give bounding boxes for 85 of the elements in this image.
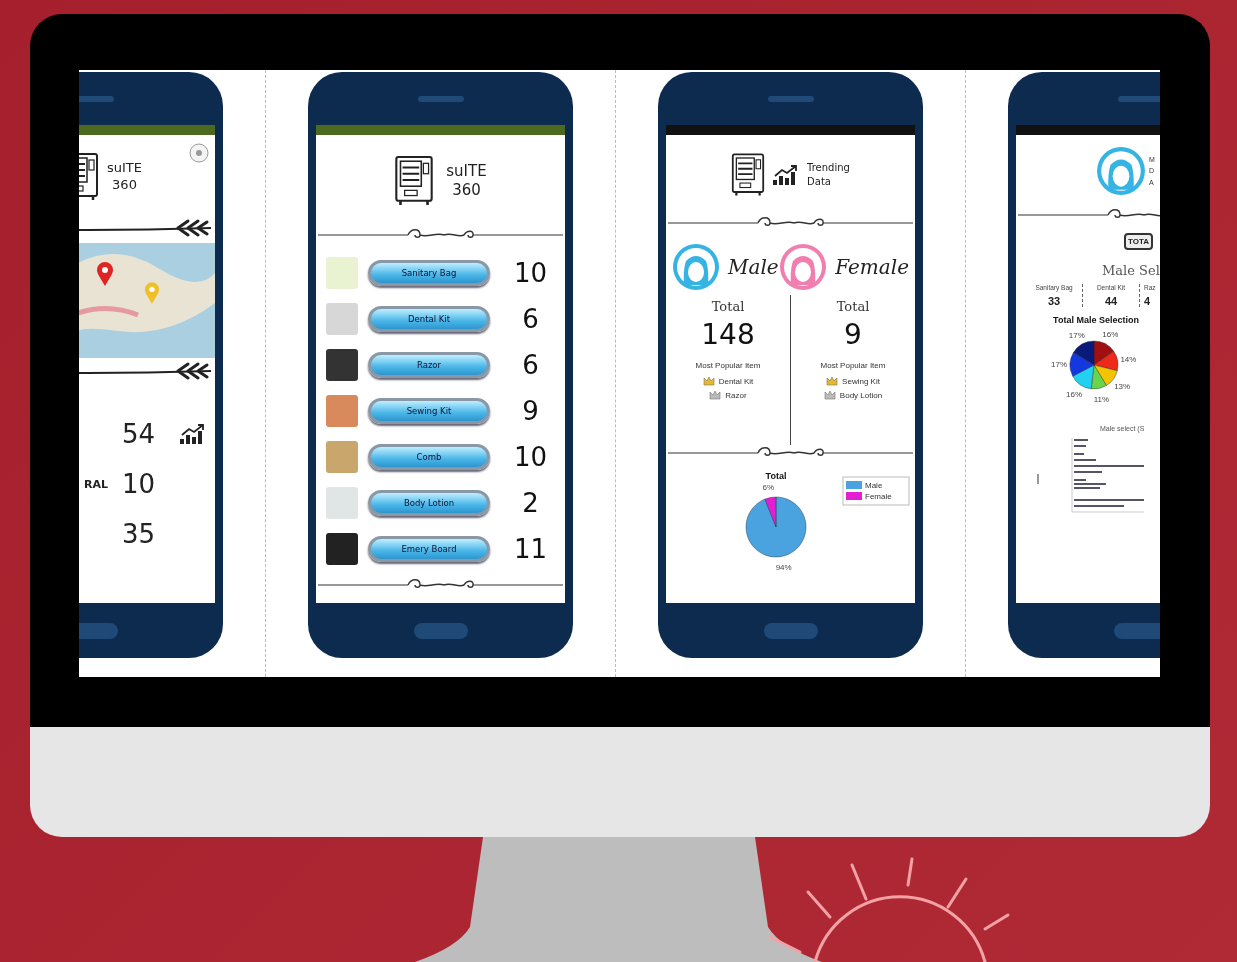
home-button[interactable] <box>1113 622 1160 639</box>
slice-label: 6% <box>762 482 775 492</box>
gender-label: Female <box>835 255 909 279</box>
speaker-slot <box>1117 95 1160 102</box>
item-count: 6 <box>521 350 540 380</box>
selection-value: 4 <box>1144 295 1151 307</box>
photo-placeholder <box>326 303 358 335</box>
slice-label: 16% <box>1066 389 1083 399</box>
trend-chart-icon <box>180 423 206 445</box>
crown-icon <box>826 376 839 386</box>
app-name: 360 <box>112 177 137 194</box>
item-button[interactable]: Sewing Kit <box>368 398 490 424</box>
total-label: Total <box>836 299 870 314</box>
item-count: 10 <box>512 258 549 288</box>
photo-placeholder <box>326 441 358 473</box>
total-value: 9 <box>844 318 862 351</box>
item-button[interactable]: Sanitary Bag <box>368 260 490 286</box>
legend-label: Female <box>865 492 892 501</box>
photo-placeholder <box>326 349 358 381</box>
legend-swatch <box>846 481 862 489</box>
item-count: 9 <box>521 396 540 426</box>
app-name: suITE <box>446 161 487 181</box>
slice-label: 14% <box>1120 354 1137 364</box>
stat-value: 35 <box>122 519 157 549</box>
crown-icon <box>823 390 836 400</box>
item-count: 6 <box>521 304 540 334</box>
popular-label: Most Popular Item <box>820 361 886 370</box>
photo-placeholder <box>326 487 358 519</box>
slice-label: 17% <box>1051 359 1067 369</box>
home-button[interactable] <box>79 622 118 639</box>
slice-label: 16% <box>1102 330 1119 339</box>
speaker-slot <box>417 95 464 102</box>
vending-machine-icon <box>731 152 766 198</box>
stat-value: 54 <box>122 419 157 449</box>
slice-label: 13% <box>1114 381 1131 391</box>
speaker-slot <box>79 95 114 102</box>
photo-placeholder <box>326 257 358 289</box>
home-button[interactable] <box>413 622 468 639</box>
popular-item: Body Lotion <box>839 390 883 400</box>
legend-swatch <box>846 492 862 500</box>
pie-slice <box>1073 340 1095 366</box>
avatar-icon <box>1096 146 1146 196</box>
item-button[interactable]: Body Lotion <box>368 490 490 516</box>
chart-title: Total Male Selection <box>1053 315 1139 325</box>
trend-chart-icon <box>773 164 800 186</box>
app-name: 360 <box>452 181 481 201</box>
item-count: 2 <box>521 488 540 518</box>
map-pin-icon <box>144 281 160 305</box>
gender-label: Male <box>728 255 779 279</box>
crown-icon <box>709 390 722 400</box>
item-count: 11 <box>512 534 549 564</box>
chart-title: Total <box>765 471 787 481</box>
item-button[interactable]: Dental Kit <box>368 306 490 332</box>
screen-title: Trending <box>807 161 850 175</box>
app-name: suITE <box>107 160 142 177</box>
crown-icon <box>702 376 715 386</box>
photo-placeholder <box>326 395 358 427</box>
speaker-slot <box>767 95 814 102</box>
stat-label: RAL <box>84 477 108 491</box>
popular-item: Sewing Kit <box>842 376 880 386</box>
popular-item: Razor <box>725 390 747 400</box>
item-count: 10 <box>512 442 549 472</box>
photo-placeholder <box>326 533 358 565</box>
total-value: 148 <box>701 318 755 351</box>
vending-machine-icon <box>394 155 435 207</box>
home-button[interactable] <box>763 622 818 639</box>
legend-label: Male <box>865 481 883 490</box>
section-heading: Male Sel <box>1101 263 1160 278</box>
selection-value: 33 <box>1047 295 1061 307</box>
item-button[interactable]: Emery Board <box>368 536 490 562</box>
settings-icon[interactable] <box>189 143 209 163</box>
selection-value: 44 <box>1104 295 1118 307</box>
stamp-label: TOTA <box>1124 232 1154 250</box>
pie-slice <box>1072 364 1095 390</box>
screen-title: Data <box>807 175 832 189</box>
slice-label: 17% <box>1068 330 1085 340</box>
popular-label: Most Popular Item <box>695 361 761 370</box>
total-label: Total <box>711 299 745 314</box>
map-pin-icon <box>96 261 114 287</box>
slice-label: 11% <box>1093 395 1110 405</box>
item-button[interactable]: Razor <box>368 352 490 378</box>
popular-item: Dental Kit <box>718 376 754 386</box>
slice-label: 94% <box>775 563 792 573</box>
item-button[interactable]: Comb <box>368 444 490 470</box>
stat-value: 10 <box>122 469 157 499</box>
